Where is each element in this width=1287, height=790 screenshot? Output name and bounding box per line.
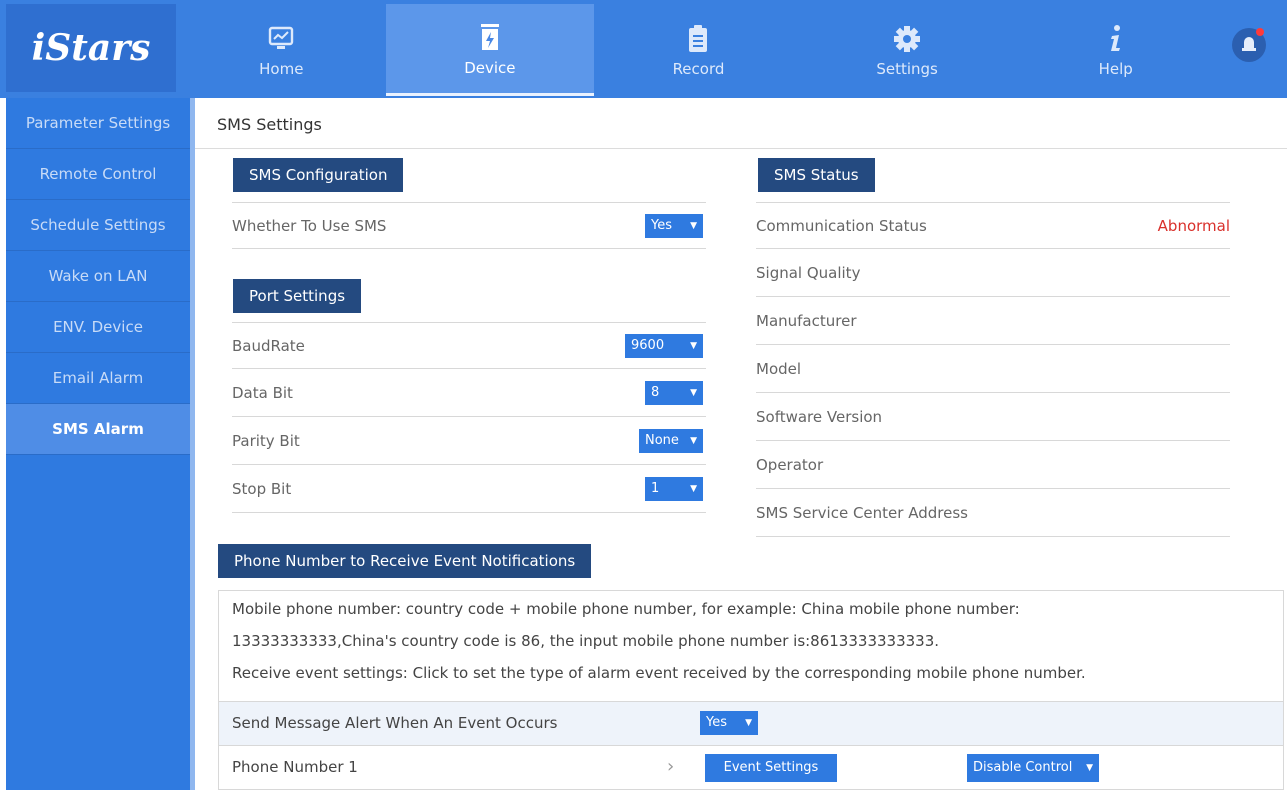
nav-tab-label: Help <box>1098 60 1133 78</box>
control-value: Disable Control <box>973 760 1073 775</box>
software-version-label: Software Version <box>756 408 883 426</box>
manufacturer-label: Manufacturer <box>756 312 857 330</box>
parity-bit-label: Parity Bit <box>232 432 300 450</box>
gear-icon <box>892 22 922 56</box>
sms-configuration-heading: SMS Configuration <box>233 158 404 192</box>
operator-label: Operator <box>756 456 824 474</box>
data-bit-select[interactable]: 8 ▼ <box>645 381 703 405</box>
phone-number-1-label: Phone Number 1 <box>232 758 358 776</box>
signal-quality-label: Signal Quality <box>756 264 861 282</box>
chevron-right-icon[interactable]: › <box>667 756 674 777</box>
sms-status-heading: SMS Status <box>758 158 875 192</box>
sidebar-item-remote-control[interactable]: Remote Control <box>6 149 190 200</box>
caret-down-icon: ▼ <box>690 484 697 494</box>
stop-bit-row: Stop Bit 1 ▼ <box>232 466 706 513</box>
top-bar: iStars Home Device Record Settings Help <box>0 0 1287 98</box>
phone-number-row: Phone Number 1 › Event Settings Disable … <box>218 746 1284 790</box>
status-row: SMS Service Center Address <box>756 490 1230 537</box>
event-settings-button[interactable]: Event Settings <box>705 754 837 782</box>
sidebar-item-env-device[interactable]: ENV. Device <box>6 302 190 353</box>
clipboard-icon <box>686 22 710 56</box>
parity-bit-row: Parity Bit None ▼ <box>232 418 706 465</box>
sidebar-item-schedule-settings[interactable]: Schedule Settings <box>6 200 190 251</box>
nav-tab-record[interactable]: Record <box>594 4 803 96</box>
status-row: Manufacturer <box>756 298 1230 345</box>
communication-status-label: Communication Status <box>756 216 927 235</box>
control-select[interactable]: Disable Control ▼ <box>967 754 1099 782</box>
nav-tab-label: Home <box>259 60 304 78</box>
communication-status-value: Abnormal <box>1157 216 1230 235</box>
caret-down-icon: ▼ <box>690 341 697 351</box>
status-row: Communication Status Abnormal <box>756 202 1230 249</box>
baudrate-label: BaudRate <box>232 336 305 355</box>
phone-notify-instructions: Mobile phone number: country code + mobi… <box>218 590 1284 702</box>
instruction-line: Receive event settings: Click to set the… <box>232 664 1086 682</box>
instruction-line: 13333333333,China's country code is 86, … <box>232 632 940 650</box>
alarm-indicator-dot <box>1256 28 1264 36</box>
status-row: Operator <box>756 442 1230 489</box>
caret-down-icon: ▼ <box>690 388 697 398</box>
status-row: Signal Quality <box>756 250 1230 297</box>
use-sms-label: Whether To Use SMS <box>232 216 387 235</box>
sms-service-center-label: SMS Service Center Address <box>756 504 968 522</box>
send-alert-row: Send Message Alert When An Event Occurs … <box>218 702 1284 746</box>
main-content: SMS Settings SMS Configuration Whether T… <box>195 100 1287 790</box>
nav-tab-label: Record <box>672 60 725 78</box>
send-alert-label: Send Message Alert When An Event Occurs <box>232 714 558 732</box>
stop-bit-value: 1 <box>651 481 660 496</box>
caret-down-icon: ▼ <box>690 221 697 231</box>
port-settings-heading: Port Settings <box>233 279 362 313</box>
use-sms-select[interactable]: Yes ▼ <box>645 214 703 238</box>
send-alert-select[interactable]: Yes ▼ <box>700 711 758 735</box>
baudrate-value: 9600 <box>631 338 665 353</box>
caret-down-icon: ▼ <box>745 718 752 728</box>
sidebar-item-wake-on-lan[interactable]: Wake on LAN <box>6 251 190 302</box>
caret-down-icon: ▼ <box>1086 763 1093 773</box>
stop-bit-label: Stop Bit <box>232 480 292 498</box>
device-icon <box>476 21 504 55</box>
nav-tab-device[interactable]: Device <box>385 4 595 96</box>
sidebar-item-parameter-settings[interactable]: Parameter Settings <box>6 98 190 149</box>
alarm-button[interactable] <box>1232 28 1266 62</box>
nav-tab-home[interactable]: Home <box>177 4 386 96</box>
info-icon <box>1106 22 1126 56</box>
brand-logo: iStars <box>6 4 176 92</box>
send-alert-value: Yes <box>706 715 727 730</box>
baudrate-select[interactable]: 9600 ▼ <box>625 334 703 358</box>
parity-bit-select[interactable]: None ▼ <box>639 429 703 453</box>
stop-bit-select[interactable]: 1 ▼ <box>645 477 703 501</box>
data-bit-value: 8 <box>651 385 660 400</box>
sidebar: Parameter Settings Remote Control Schedu… <box>6 98 190 790</box>
model-label: Model <box>756 360 802 378</box>
main-nav: Home Device Record Settings Help <box>177 4 1220 96</box>
status-row: Software Version <box>756 394 1230 441</box>
nav-tab-help[interactable]: Help <box>1011 4 1220 96</box>
parity-bit-value: None <box>645 433 679 448</box>
data-bit-row: Data Bit 8 ▼ <box>232 370 706 417</box>
monitor-chart-icon <box>267 22 295 56</box>
instruction-line: Mobile phone number: country code + mobi… <box>232 600 1020 618</box>
page-title: SMS Settings <box>195 100 1287 149</box>
alarm-bell-icon <box>1240 34 1258 56</box>
data-bit-label: Data Bit <box>232 384 293 402</box>
sidebar-item-sms-alarm[interactable]: SMS Alarm <box>6 404 190 455</box>
nav-tab-label: Settings <box>876 60 938 78</box>
sidebar-item-email-alarm[interactable]: Email Alarm <box>6 353 190 404</box>
status-row: Model <box>756 346 1230 393</box>
use-sms-value: Yes <box>651 218 672 233</box>
use-sms-row: Whether To Use SMS Yes ▼ <box>232 202 706 249</box>
nav-tab-label: Device <box>464 58 516 77</box>
baudrate-row: BaudRate 9600 ▼ <box>232 322 706 369</box>
phone-notify-heading: Phone Number to Receive Event Notificati… <box>218 544 592 578</box>
caret-down-icon: ▼ <box>690 436 697 446</box>
nav-tab-settings[interactable]: Settings <box>802 4 1012 96</box>
